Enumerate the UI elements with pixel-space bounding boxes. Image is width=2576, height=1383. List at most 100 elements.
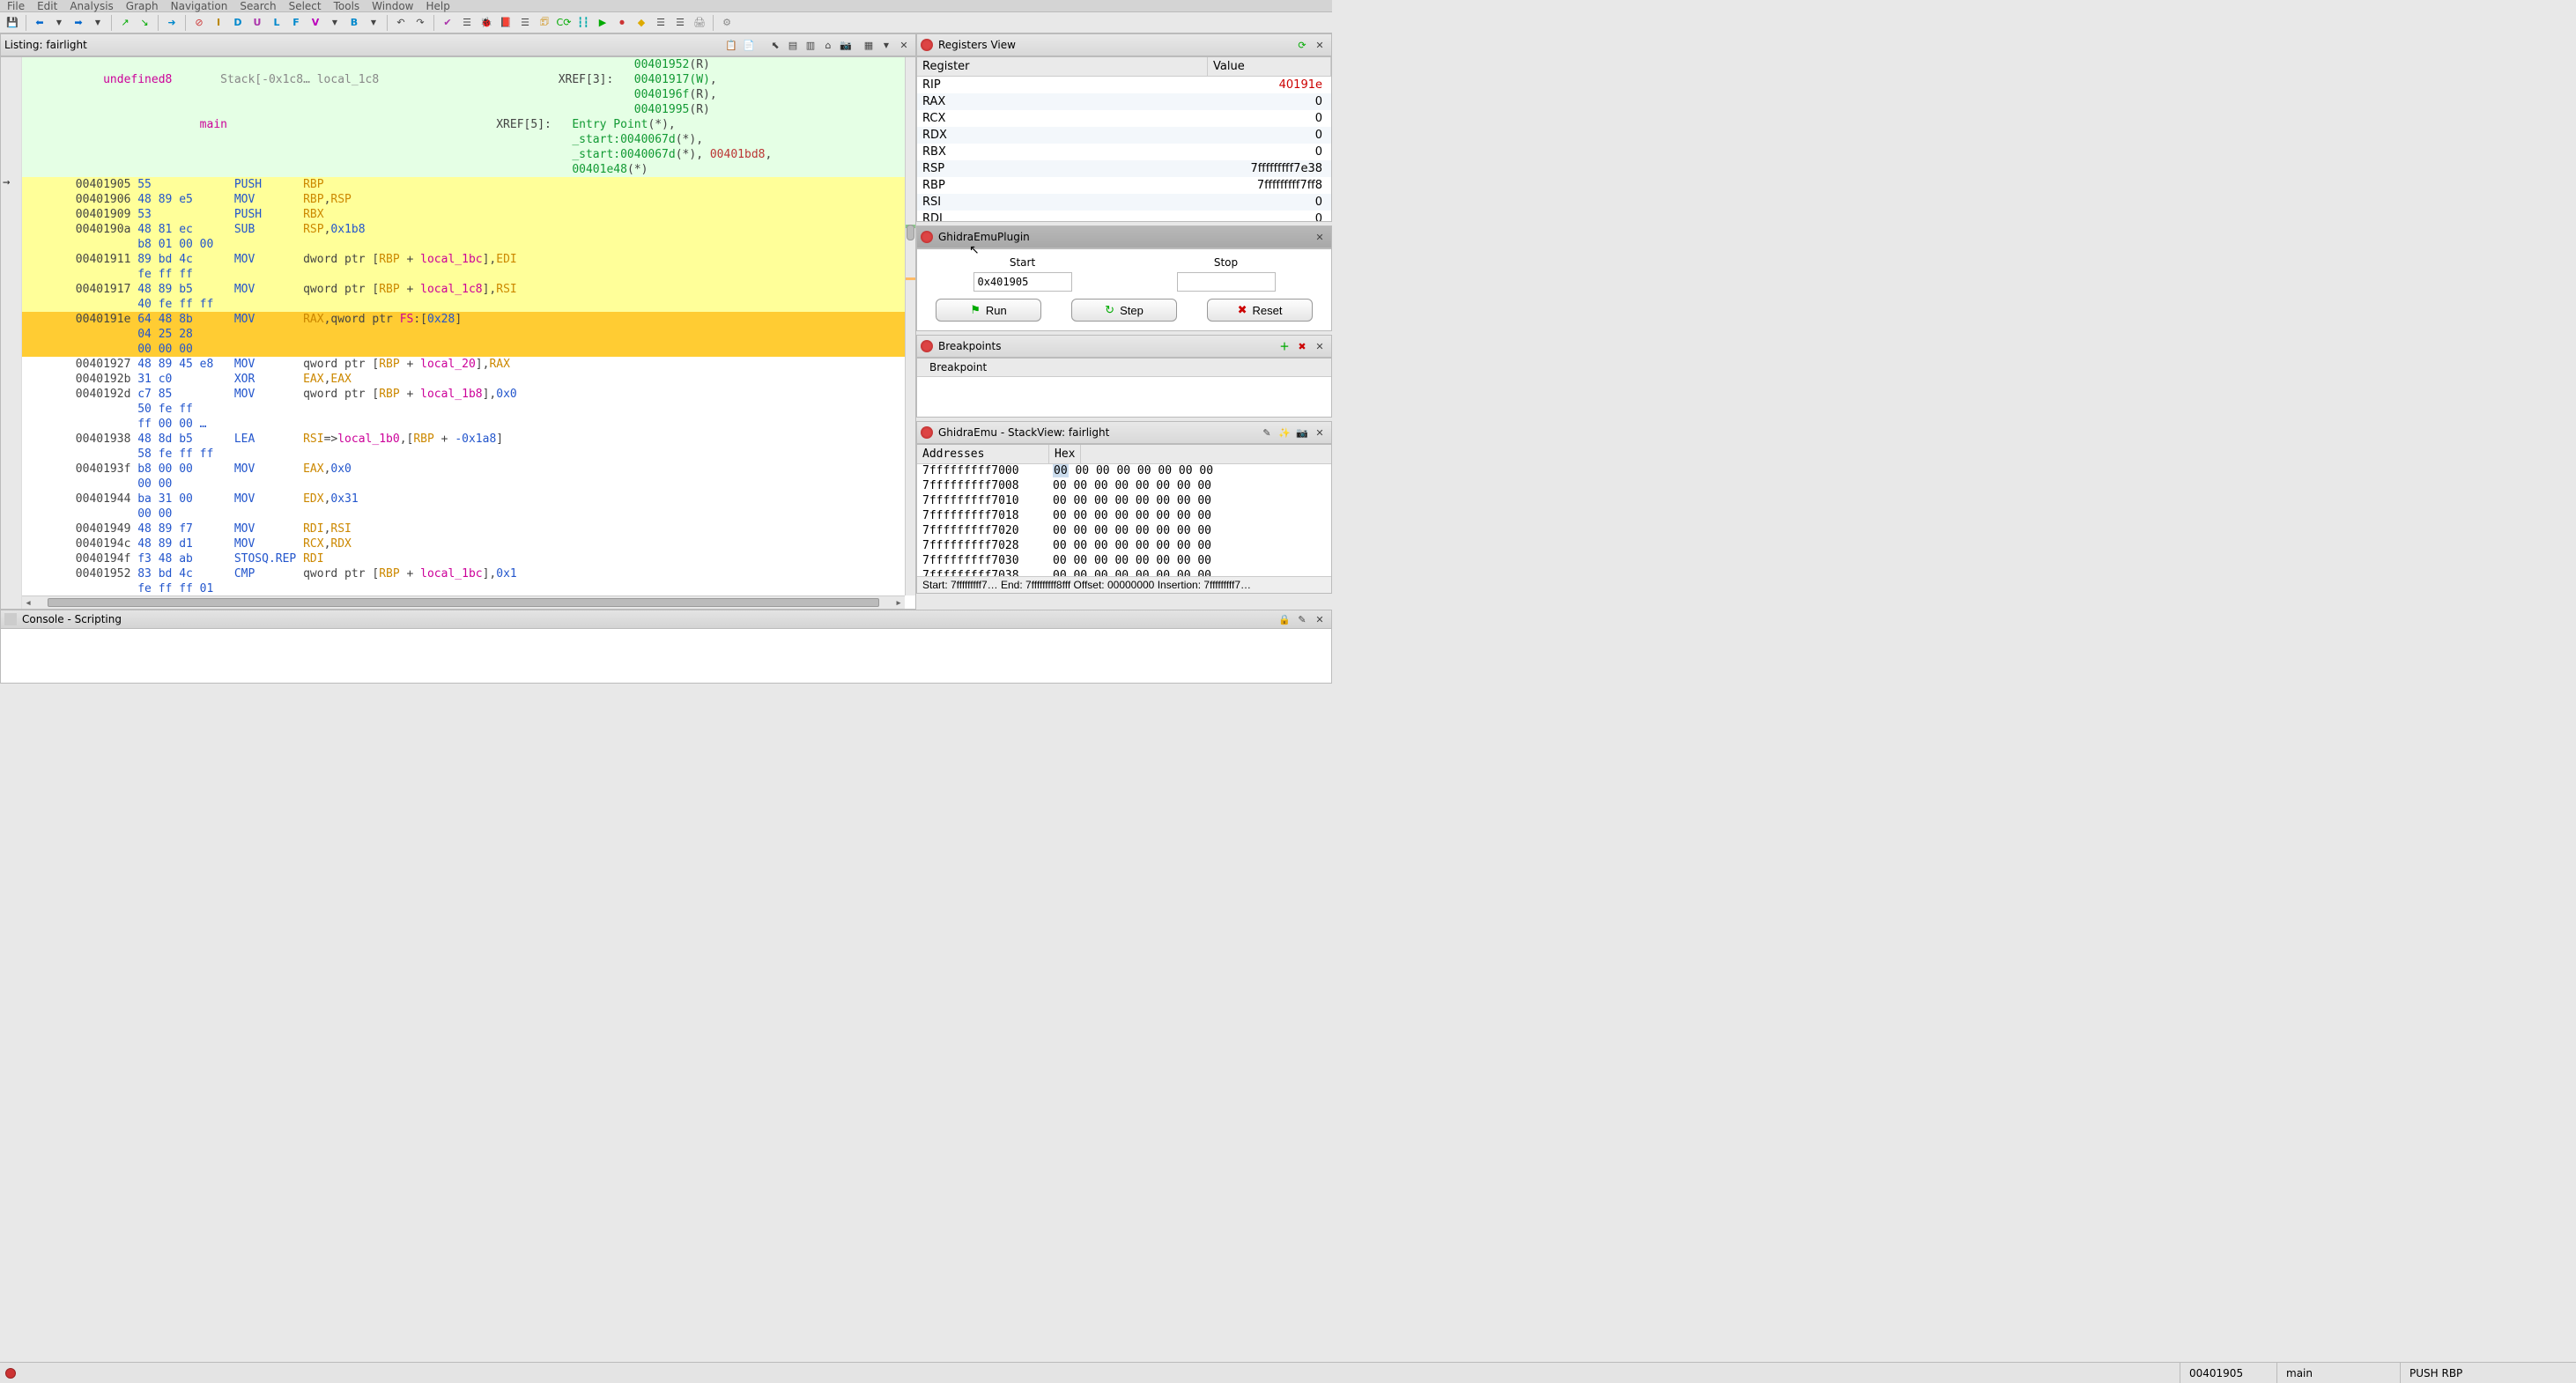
listing-line[interactable]: ff 00 00 …: [22, 417, 915, 432]
listing-line[interactable]: fe ff ff 01: [22, 581, 915, 596]
v-drop-icon[interactable]: ▼: [326, 14, 344, 32]
close-console-icon[interactable]: ✕: [1312, 611, 1328, 627]
menu-select[interactable]: Select: [289, 0, 322, 11]
console-lock-icon[interactable]: 🔒: [1277, 611, 1292, 627]
listing-line[interactable]: 00401927 48 89 45 e8 MOV qword ptr [RBP …: [22, 357, 915, 372]
fwd-drop-icon[interactable]: ▼: [89, 14, 107, 32]
tree-icon[interactable]: ┇┇: [574, 14, 592, 32]
stack-addr-col[interactable]: Addresses: [917, 445, 1049, 463]
toggle1-icon[interactable]: ▤: [785, 37, 801, 53]
refresh-reg-icon[interactable]: ⟳: [1294, 37, 1310, 53]
register-row[interactable]: RBX0: [917, 144, 1331, 160]
reset-button[interactable]: ✖Reset: [1207, 299, 1313, 322]
listing-line[interactable]: 58 fe ff ff: [22, 447, 915, 462]
save-icon[interactable]: 💾: [4, 14, 21, 32]
goto-icon[interactable]: ➜: [163, 14, 181, 32]
bug-icon[interactable]: 🐞: [477, 14, 495, 32]
menu-edit[interactable]: Edit: [37, 0, 57, 11]
listing-line[interactable]: 00401905 55 PUSH RBP: [22, 177, 915, 192]
listing-line[interactable]: 00401911 89 bd 4c MOV dword ptr [RBP + l…: [22, 252, 915, 267]
listing-line[interactable]: b8 01 00 00: [22, 237, 915, 252]
register-row[interactable]: RDI0: [917, 211, 1331, 222]
menu-analysis[interactable]: Analysis: [70, 0, 113, 11]
stack-row[interactable]: 7fffffffff700000 00 00 00 00 00 00 00: [917, 464, 1331, 479]
register-row[interactable]: RIP40191e: [917, 77, 1331, 93]
undo-icon[interactable]: ↶: [392, 14, 410, 32]
paste-icon[interactable]: 📄: [741, 37, 757, 53]
listing-line[interactable]: fe ff ff: [22, 267, 915, 282]
wand-icon[interactable]: ✨: [1277, 425, 1292, 440]
diamond-icon[interactable]: ◆: [633, 14, 650, 32]
stack-row[interactable]: 7fffffffff700800 00 00 00 00 00 00 00: [917, 479, 1331, 494]
redo-icon[interactable]: ↷: [411, 14, 429, 32]
i-icon[interactable]: I: [210, 14, 227, 32]
step-button[interactable]: ↻Step: [1071, 299, 1177, 322]
stack-row[interactable]: 7fffffffff702800 00 00 00 00 00 00 00: [917, 539, 1331, 554]
nav2-icon[interactable]: ↘: [136, 14, 153, 32]
back-drop-icon[interactable]: ▼: [50, 14, 68, 32]
back-icon[interactable]: ⬅: [31, 14, 48, 32]
sheet-icon[interactable]: ☰: [652, 14, 670, 32]
d-icon[interactable]: D: [229, 14, 247, 32]
book-icon[interactable]: 📕: [497, 14, 514, 32]
snapshot-icon[interactable]: 📷: [838, 37, 854, 53]
stack-row[interactable]: 7fffffffff702000 00 00 00 00 00 00 00: [917, 524, 1331, 539]
ico1-icon[interactable]: 🗊: [536, 14, 553, 32]
start-input[interactable]: [973, 272, 1072, 292]
listing-hscroll[interactable]: ◂▸: [22, 595, 905, 609]
listing-line[interactable]: 00401909 53 PUSH RBX: [22, 207, 915, 222]
menu-navigation[interactable]: Navigation: [171, 0, 228, 11]
home-icon[interactable]: ⌂: [820, 37, 836, 53]
listing-line[interactable]: 0040194c 48 89 d1 MOV RCX,RDX: [22, 536, 915, 551]
b-icon[interactable]: B: [345, 14, 363, 32]
run-button[interactable]: ⚑Run: [936, 299, 1041, 322]
menu-tools[interactable]: Tools: [334, 0, 360, 11]
close-stack-icon[interactable]: ✕: [1312, 425, 1328, 440]
refresh-icon[interactable]: C⟳: [555, 14, 573, 32]
listing-line[interactable]: 00401917 48 89 b5 MOV qword ptr [RBP + l…: [22, 282, 915, 297]
stack-row[interactable]: 7fffffffff701800 00 00 00 00 00 00 00: [917, 509, 1331, 524]
gear-icon[interactable]: ⚙: [718, 14, 736, 32]
add-bp-icon[interactable]: ＋: [1277, 338, 1292, 354]
listing-line[interactable]: 00 00: [22, 477, 915, 492]
menu-search[interactable]: Search: [240, 0, 276, 11]
menu-file[interactable]: File: [7, 0, 25, 11]
list1-icon[interactable]: ☰: [458, 14, 476, 32]
listing-line[interactable]: 40 fe ff ff: [22, 297, 915, 312]
menu-drop-icon[interactable]: ▼: [878, 37, 894, 53]
close-emu-icon[interactable]: ✕: [1312, 229, 1328, 245]
close-listing-icon[interactable]: ✕: [896, 37, 912, 53]
listing-line[interactable]: 00401949 48 89 f7 MOV RDI,RSI: [22, 521, 915, 536]
listing-line[interactable]: 0040193f b8 00 00 MOV EAX,0x0: [22, 462, 915, 477]
close-bp-icon[interactable]: ✕: [1312, 338, 1328, 354]
del-bp-icon[interactable]: ✖: [1294, 338, 1310, 354]
listing-line[interactable]: 0040192d c7 85 MOV qword ptr [RBP + loca…: [22, 387, 915, 402]
stack-row[interactable]: 7fffffffff703000 00 00 00 00 00 00 00: [917, 554, 1331, 569]
bp-col[interactable]: Breakpoint: [917, 359, 1331, 377]
listing-line[interactable]: 00 00 00: [22, 342, 915, 357]
menu-help[interactable]: Help: [426, 0, 450, 11]
snap-icon[interactable]: 📷: [1294, 425, 1310, 440]
listing-line[interactable]: 00401938 48 8d b5 LEA RSI=>local_1b0,[RB…: [22, 432, 915, 447]
value-col[interactable]: Value: [1208, 57, 1331, 76]
v-icon[interactable]: V: [307, 14, 324, 32]
listing-line[interactable]: 0040192b 31 c0 XOR EAX,EAX: [22, 372, 915, 387]
nav-icon[interactable]: ↗: [116, 14, 134, 32]
rec-icon[interactable]: ⏺: [613, 14, 631, 32]
cursor-icon[interactable]: ⬉: [767, 37, 783, 53]
register-row[interactable]: RAX0: [917, 93, 1331, 110]
edit-stack-icon[interactable]: ✎: [1259, 425, 1275, 440]
stop-input[interactable]: [1177, 272, 1276, 292]
register-row[interactable]: RSI0: [917, 194, 1331, 211]
listing-line[interactable]: 00401944 ba 31 00 MOV EDX,0x31: [22, 492, 915, 507]
stop-icon[interactable]: ⊘: [190, 14, 208, 32]
menu-window[interactable]: Window: [372, 0, 413, 11]
register-row[interactable]: RDX0: [917, 127, 1331, 144]
console-edit-icon[interactable]: ✎: [1294, 611, 1310, 627]
console-body[interactable]: [0, 629, 1332, 684]
register-row[interactable]: RBP7fffffffff7ff8: [917, 177, 1331, 194]
listing-line[interactable]: 50 fe ff: [22, 402, 915, 417]
listing-line[interactable]: 00 00: [22, 507, 915, 521]
f-icon[interactable]: F: [287, 14, 305, 32]
listing-line[interactable]: 00401952 83 bd 4c CMP qword ptr [RBP + l…: [22, 566, 915, 581]
